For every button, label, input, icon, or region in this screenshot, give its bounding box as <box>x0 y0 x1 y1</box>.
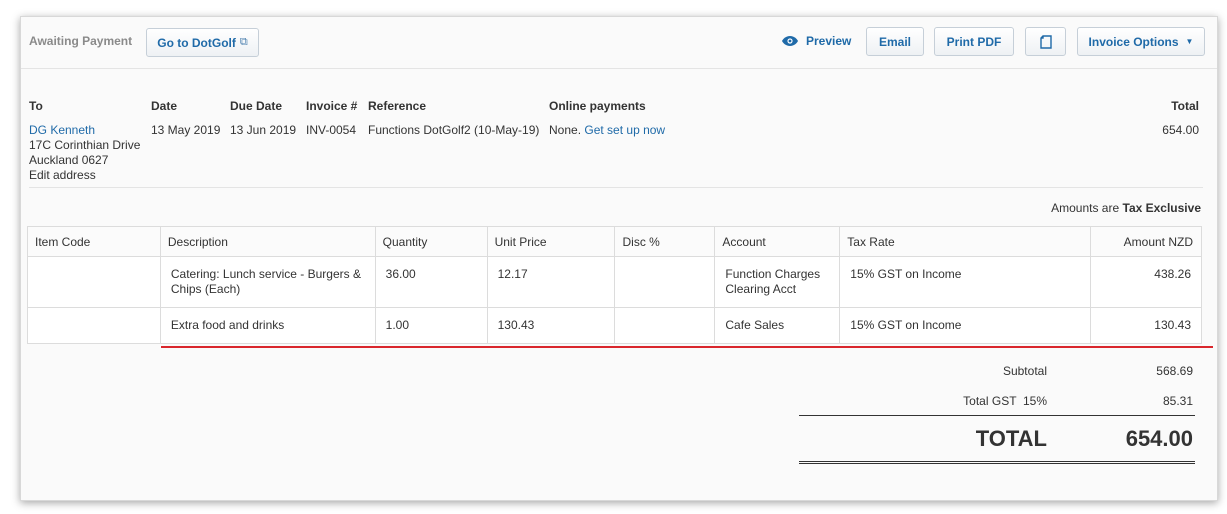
invoice-total-value: 654.00 <box>1162 123 1199 137</box>
print-pdf-label: Print PDF <box>946 34 1002 49</box>
go-to-contact-label: Go to DotGolf <box>157 35 236 50</box>
invoice-options-dropdown[interactable]: Invoice Options ▼ <box>1077 27 1205 56</box>
column-header[interactable]: Unit Price <box>486 226 616 257</box>
account-cell[interactable]: Function Charges Clearing Acct <box>714 256 841 308</box>
email-label: Email <box>878 34 911 49</box>
tax-mode-value: Tax Exclusive <box>1122 201 1202 215</box>
grand-total-label: TOTAL <box>975 426 1047 451</box>
quantity-cell[interactable]: 1.00 <box>374 307 488 344</box>
subtotal-value: 568.69 <box>1156 364 1193 378</box>
line-items-table: Item Code Description Quantity Unit Pric… <box>27 226 1202 344</box>
invoice-number-header: Invoice # <box>306 99 358 113</box>
invoice-reference: Functions DotGolf2 (10-May-19) <box>368 123 540 137</box>
copy-icon <box>1039 34 1052 49</box>
invoice-options-label: Invoice Options <box>1088 34 1179 49</box>
column-header[interactable]: Account <box>714 226 841 257</box>
header-divider <box>29 187 1203 188</box>
amount-cell[interactable]: 438.26 <box>1090 256 1202 308</box>
item-code-cell[interactable] <box>27 256 161 308</box>
preview-label: Preview <box>806 34 852 48</box>
print-pdf-button[interactable]: Print PDF <box>934 27 1014 56</box>
total-header: Total <box>1171 99 1199 113</box>
table-header-row: Item Code Description Quantity Unit Pric… <box>27 226 1202 257</box>
unit-price-cell[interactable]: 12.17 <box>486 256 616 308</box>
invoice-status: Awaiting Payment <box>29 34 133 48</box>
invoice-due-date: 13 Jun 2019 <box>230 123 297 137</box>
email-button[interactable]: Email <box>866 27 924 56</box>
table-row[interactable]: Extra food and drinks 1.00 130.43 Cafe S… <box>27 307 1202 344</box>
reference-header: Reference <box>368 99 427 113</box>
due-date-header: Due Date <box>230 99 283 113</box>
column-header[interactable]: Item Code <box>27 226 161 257</box>
table-row[interactable]: Catering: Lunch service - Burgers & Chip… <box>27 256 1202 308</box>
go-to-contact-button[interactable]: Go to DotGolf ⧉ <box>146 28 259 57</box>
address-line-1: 17C Corinthian Drive <box>29 138 141 152</box>
invoice-number: INV-0054 <box>306 123 357 137</box>
address-line-2: Auckland 0627 <box>29 153 109 167</box>
column-header[interactable]: Amount NZD <box>1090 226 1202 257</box>
online-payments-header: Online payments <box>549 99 646 113</box>
get-set-up-link[interactable]: Get set up now <box>584 123 665 137</box>
item-code-cell[interactable] <box>27 307 161 344</box>
invoice-date: 13 May 2019 <box>151 123 221 137</box>
tax-mode-prefix: Amounts are <box>1051 201 1120 215</box>
online-payments-none: None. <box>549 123 582 137</box>
external-link-icon: ⧉ <box>239 36 248 48</box>
quantity-cell[interactable]: 36.00 <box>374 256 488 308</box>
invoice-toolbar: Awaiting Payment Go to DotGolf ⧉ Preview… <box>21 17 1217 69</box>
highlight-underline <box>161 346 1213 348</box>
discount-cell[interactable] <box>614 256 716 308</box>
discount-cell[interactable] <box>614 307 716 344</box>
column-header[interactable]: Description <box>159 226 376 257</box>
account-cell[interactable]: Cafe Sales <box>714 307 841 344</box>
chevron-down-icon: ▼ <box>1185 37 1194 46</box>
copy-invoice-button[interactable] <box>1025 27 1066 56</box>
edit-address-link[interactable]: Edit address <box>29 168 96 182</box>
unit-price-cell[interactable]: 130.43 <box>486 307 616 344</box>
grand-total-value: 654.00 <box>1125 426 1193 451</box>
column-header[interactable]: Quantity <box>374 226 488 257</box>
tax-rate-cell[interactable]: 15% GST on Income <box>839 256 1092 308</box>
date-header: Date <box>151 99 178 113</box>
contact-name-link[interactable]: DG Kenneth <box>29 123 95 137</box>
total-gst-value: 85.31 <box>1162 394 1193 408</box>
amount-cell[interactable]: 130.43 <box>1090 307 1202 344</box>
to-header: To <box>29 99 43 113</box>
eye-icon <box>782 36 798 46</box>
description-cell[interactable]: Catering: Lunch service - Burgers & Chip… <box>159 256 376 308</box>
preview-link[interactable]: Preview <box>782 34 851 48</box>
invoice-panel: Awaiting Payment Go to DotGolf ⧉ Preview… <box>20 16 1218 501</box>
tax-rate-cell[interactable]: 15% GST on Income <box>839 307 1092 344</box>
total-gst-label: Total GST 15% <box>963 394 1047 408</box>
column-header[interactable]: Tax Rate <box>839 226 1092 257</box>
summary-double-rule <box>799 461 1195 464</box>
description-cell[interactable]: Extra food and drinks <box>159 307 376 344</box>
subtotal-label: Subtotal <box>1002 364 1047 378</box>
summary-rule <box>799 415 1195 416</box>
tax-mode-note: Amounts are Tax Exclusive <box>1051 201 1201 215</box>
online-payments-status: None. Get set up now <box>549 123 665 137</box>
column-header[interactable]: Disc % <box>614 226 716 257</box>
